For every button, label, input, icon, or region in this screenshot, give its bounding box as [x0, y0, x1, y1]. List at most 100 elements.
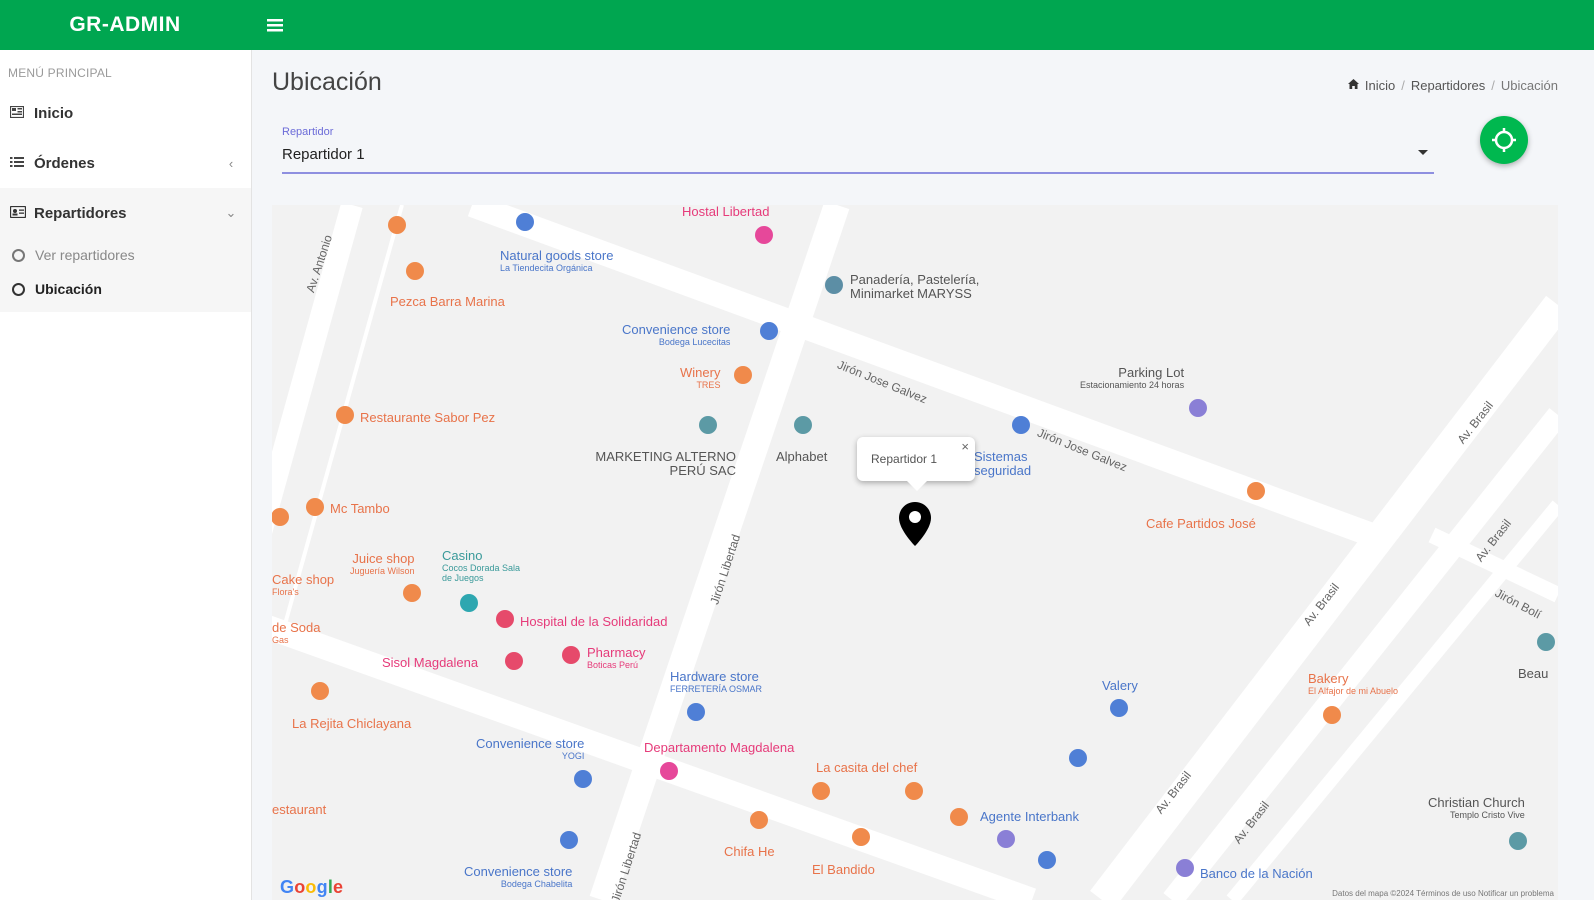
map-poi-name: Convenience store	[476, 736, 585, 751]
map-view[interactable]: Hostal Libertad Natural goods store La Ti…	[272, 205, 1558, 900]
caret-down-icon	[1418, 150, 1428, 155]
map-poi-label[interactable]: Agente Interbank	[980, 810, 1079, 824]
map-poi-label[interactable]: Mc Tambo	[330, 502, 390, 516]
map-poi-label[interactable]: estaurant	[272, 803, 326, 817]
map-poi-label[interactable]: Sisol Magdalena	[382, 656, 478, 670]
map-poi-label[interactable]: Natural goods store La Tiendecita Orgánic…	[500, 248, 614, 274]
breadcrumb-separator: /	[1401, 78, 1405, 93]
sidebar-item-inicio[interactable]: Inicio	[0, 88, 251, 138]
breadcrumb-current: Ubicación	[1500, 78, 1558, 93]
map-poi-sub: Bodega Chabelita	[500, 879, 573, 889]
map-poi-sub: Flora's	[272, 587, 299, 597]
map-poi-label[interactable]: Cake shop Flora's	[272, 572, 335, 598]
close-icon[interactable]: ×	[961, 439, 969, 454]
breadcrumb-separator: /	[1491, 78, 1495, 93]
dashboard-icon	[9, 105, 28, 121]
map-poi-name: Cake shop	[272, 572, 335, 587]
map-poi-label[interactable]: Christian Church Templo Cristo Vive	[1428, 795, 1525, 821]
circle-icon	[12, 282, 25, 296]
sidebar: MENÚ PRINCIPAL Inicio Órdenes ‹ Repartid…	[0, 50, 252, 900]
map-poi-name: Convenience store	[622, 322, 731, 337]
breadcrumb-link-inicio[interactable]: Inicio	[1365, 78, 1395, 93]
sidebar-item-label: Repartidores	[34, 204, 127, 222]
sidebar-subitem-label: Ubicación	[35, 281, 102, 297]
sidebar-item-repartidores[interactable]: Repartidores ⌄	[0, 188, 251, 238]
map-poi-label[interactable]: Casino Cocos Dorada Sala de Juegos	[442, 548, 532, 584]
map-poi-label[interactable]: La Rejita Chiclayana	[292, 717, 411, 731]
map-poi-label[interactable]: de Soda Gas	[272, 621, 320, 646]
map-footer[interactable]: Datos del mapa ©2024 Términos de uso Not…	[1332, 889, 1554, 898]
map-poi-label[interactable]: Valery	[1102, 679, 1138, 693]
map-poi-label[interactable]: Departamento Magdalena	[644, 741, 794, 755]
map-poi-sub: YOGI	[561, 751, 585, 761]
map-poi-label[interactable]: Pezca Barra Marina	[390, 295, 505, 309]
map-poi-label[interactable]: Alphabet	[776, 450, 827, 464]
map-poi-label[interactable]: Cafe Partidos José	[1146, 517, 1256, 531]
location-pin-icon	[899, 502, 931, 546]
hamburger-menu-icon[interactable]	[260, 10, 290, 40]
map-poi-sub: Juguería Wilson	[350, 566, 415, 576]
repartidor-select-label: Repartidor	[282, 126, 334, 138]
page-title: Ubicación	[272, 68, 382, 96]
map-poi-label[interactable]: Pharmacy Boticas Perú	[587, 645, 646, 671]
sidebar-header: MENÚ PRINCIPAL	[8, 66, 112, 80]
map-poi-label[interactable]: Convenience store Bodega Lucecitas	[622, 322, 731, 348]
map-poi-sub: Bodega Lucecitas	[658, 337, 731, 347]
top-navbar: GR-ADMIN	[0, 0, 1594, 50]
repartidor-select[interactable]: Repartidor Repartidor 1	[282, 124, 1434, 174]
map-poi-name: Natural goods store	[500, 248, 614, 263]
map-poi-name: Parking Lot	[1118, 365, 1185, 380]
sidebar-subitem-label: Ver repartidores	[35, 247, 135, 263]
map-info-window: Repartidor 1 ×	[857, 437, 975, 491]
map-poi-label[interactable]: El Bandido	[812, 863, 875, 877]
sidebar-item-label: Órdenes	[34, 154, 95, 172]
locate-button[interactable]	[1480, 116, 1528, 164]
circle-icon	[12, 248, 25, 262]
map-poi-sub: Gas	[272, 635, 289, 645]
map-poi-label[interactable]: Chifa He	[724, 845, 775, 859]
crosshair-icon	[1492, 128, 1516, 152]
map-poi-label[interactable]: La casita del chef	[816, 761, 917, 775]
map-poi-label[interactable]: MARKETING ALTERNO PERÚ SAC	[584, 450, 736, 478]
main-content: Ubicación Inicio / Repartidores / Ubicac…	[252, 50, 1594, 900]
map-poi-label[interactable]: Convenience store YOGI	[476, 736, 585, 762]
map-poi-sub: Boticas Perú	[587, 660, 639, 670]
map-poi-label[interactable]: Banco de la Nación	[1200, 867, 1313, 881]
map-poi-sub: Cocos Dorada Sala de Juegos	[442, 563, 521, 583]
map-poi-name: Winery	[680, 365, 721, 380]
map-poi-label[interactable]: Restaurante Sabor Pez	[360, 411, 495, 425]
map-poi-name: Christian Church	[1428, 795, 1525, 810]
map-poi-sub: Templo Cristo Vive	[1449, 810, 1525, 820]
map-poi-label[interactable]: Winery TRES	[680, 365, 721, 391]
map-poi-sub: Estacionamiento 24 horas	[1080, 380, 1185, 390]
map-poi-label[interactable]: Hospital de la Solidaridad	[520, 615, 667, 629]
map-poi-label[interactable]: Hardware store FERRETERÍA OSMAR	[670, 670, 763, 695]
map-poi-sub: La Tiendecita Orgánica	[500, 263, 593, 273]
repartidores-submenu: Ver repartidores Ubicación	[0, 238, 251, 312]
id-card-icon	[9, 205, 28, 221]
chevron-left-icon: ‹	[228, 155, 234, 171]
map-poi-sub: FERRETERÍA OSMAR	[670, 684, 763, 694]
brand-logo[interactable]: GR-ADMIN	[0, 13, 250, 37]
map-poi-name: Bakery	[1308, 671, 1349, 686]
home-icon	[1347, 79, 1359, 92]
map-poi-label[interactable]: Sistemas seguridad	[974, 450, 1054, 478]
map-poi-label[interactable]: Convenience store Bodega Chabelita	[464, 865, 573, 890]
map-poi-label[interactable]: Beau	[1518, 667, 1548, 681]
sidebar-subitem-ver-repartidores[interactable]: Ver repartidores	[0, 238, 251, 272]
map-poi-label[interactable]: Hostal Libertad	[682, 205, 769, 219]
chevron-down-icon: ⌄	[225, 205, 237, 220]
map-poi-label[interactable]: Panadería, Pastelería, Minimarket MARYSS	[850, 273, 1020, 301]
sidebar-subitem-ubicacion[interactable]: Ubicación	[0, 272, 251, 306]
map-poi-name: Juice shop	[352, 551, 415, 566]
breadcrumb-link-repartidores[interactable]: Repartidores	[1411, 78, 1485, 93]
map-poi-label[interactable]: Bakery El Alfajor de mi Abuelo	[1308, 671, 1399, 697]
breadcrumb: Inicio / Repartidores / Ubicación	[1347, 78, 1558, 93]
map-poi-label[interactable]: Juice shop Juguería Wilson	[350, 551, 415, 577]
map-poi-name: Pharmacy	[587, 645, 646, 660]
map-poi-label[interactable]: Parking Lot Estacionamiento 24 horas	[1080, 365, 1185, 391]
map-poi-sub: El Alfajor de mi Abuelo	[1308, 686, 1399, 696]
sidebar-item-ordenes[interactable]: Órdenes ‹	[0, 138, 251, 188]
google-logo: Google	[280, 877, 344, 897]
map-poi-name: Casino	[442, 548, 483, 563]
